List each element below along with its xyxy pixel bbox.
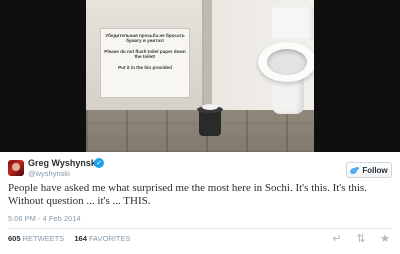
twitter-bird-icon <box>350 166 360 174</box>
tweet-stats: 605 RETWEETS 164 FAVORITES <box>8 234 131 243</box>
tweet-card: Greg Wyshynski ✓ @wyshynski Follow Peopl… <box>0 152 400 254</box>
avatar[interactable] <box>8 160 24 176</box>
favorites-stat[interactable]: 164 FAVORITES <box>74 234 130 243</box>
reply-icon[interactable]: ↵ <box>330 232 344 246</box>
favorites-label: FAVORITES <box>88 234 131 243</box>
tweet-timestamp[interactable]: 5:06 PM - 4 Feb 2014 <box>8 214 81 223</box>
retweet-icon[interactable]: ⇅ <box>354 232 368 246</box>
author-name[interactable]: Greg Wyshynski <box>28 158 98 168</box>
waste-bin <box>199 110 221 136</box>
letterbox-right <box>314 0 400 152</box>
favorites-count: 164 <box>74 234 87 243</box>
toilet-tank <box>272 6 314 40</box>
tweet-text: People have asked me what surprised me t… <box>8 182 367 207</box>
retweets-count: 605 <box>8 234 21 243</box>
sign-text-english: Please do not flush toilet paper down th… <box>104 48 186 60</box>
favorite-icon[interactable]: ★ <box>378 232 392 246</box>
partition-edge <box>204 0 212 118</box>
letterbox-left <box>0 0 86 152</box>
divider <box>8 228 392 229</box>
verified-badge-icon: ✓ <box>94 158 104 168</box>
author-handle[interactable]: @wyshynski <box>28 169 70 178</box>
retweets-label: RETWEETS <box>22 234 65 243</box>
notice-sign: Убедительная просьба не бросать бумагу в… <box>100 28 190 98</box>
sign-text-russian: Убедительная просьба не бросать бумагу в… <box>105 33 185 44</box>
follow-button[interactable]: Follow <box>346 162 392 178</box>
sign-text-bin: Put it in the bin provided <box>118 64 172 70</box>
tweet-actions: ↵ ⇅ ★ <box>330 232 392 246</box>
retweets-stat[interactable]: 605 RETWEETS <box>8 234 64 243</box>
follow-label: Follow <box>362 165 388 175</box>
waste-bin-paper <box>202 104 218 110</box>
restroom-scene: Убедительная просьба не бросать бумагу в… <box>86 0 314 152</box>
toilet-bowl <box>267 49 307 75</box>
tweet-photo[interactable]: Убедительная просьба не бросать бумагу в… <box>0 0 400 152</box>
